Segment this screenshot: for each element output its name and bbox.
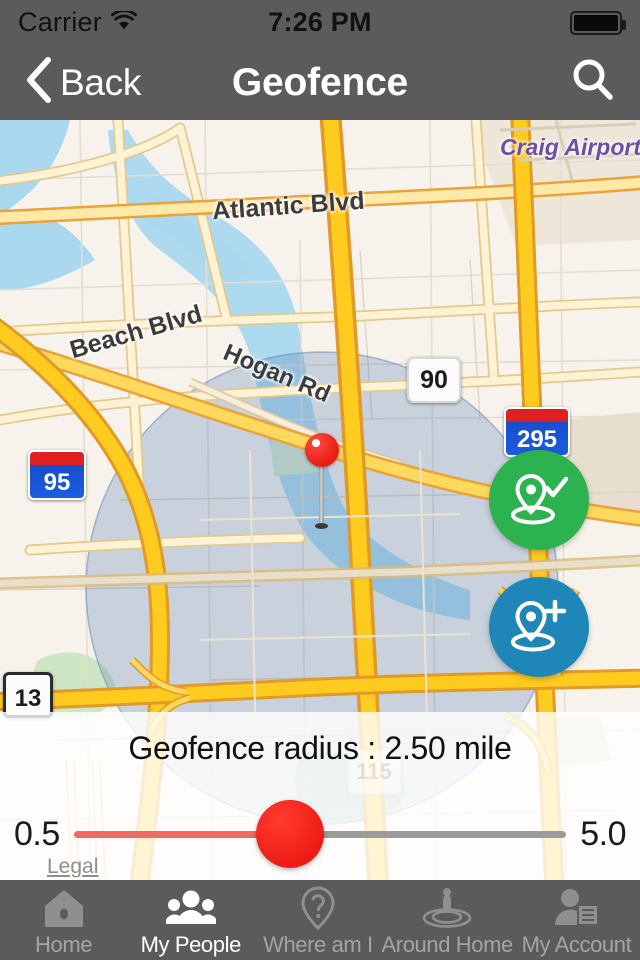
person-card-icon bbox=[552, 886, 600, 930]
navigation-bar: Back Geofence bbox=[0, 45, 640, 120]
search-icon[interactable] bbox=[570, 57, 616, 108]
pin-plus-icon bbox=[509, 597, 569, 658]
slider-track[interactable] bbox=[73, 800, 567, 868]
tab-my-account[interactable]: My Account bbox=[513, 880, 640, 960]
tab-home[interactable]: Home bbox=[0, 880, 127, 960]
highway-shield-i95: 95 bbox=[28, 450, 86, 500]
highway-shield-i295: 295 bbox=[504, 407, 570, 457]
status-bar: Carrier 7:26 PM bbox=[0, 0, 640, 45]
add-geofence-button[interactable] bbox=[489, 577, 589, 677]
tab-label: Home bbox=[35, 932, 93, 957]
battery-full-icon bbox=[570, 10, 626, 35]
tab-label: My People bbox=[140, 932, 242, 957]
back-label: Back bbox=[60, 61, 142, 103]
tab-label: Where am I bbox=[263, 932, 373, 957]
pin-stem bbox=[319, 467, 324, 523]
slider-min-label: 0.5 bbox=[14, 814, 60, 853]
battery-fill bbox=[574, 14, 618, 31]
pin-foot bbox=[315, 523, 328, 529]
tab-my-people[interactable]: My People bbox=[127, 880, 254, 960]
map-place-label: Craig Airport bbox=[500, 134, 640, 160]
slider-thumb[interactable] bbox=[256, 800, 325, 868]
highway-shield-us90: 90 bbox=[407, 357, 461, 403]
tab-bar: Home My People Where am I Around Home My… bbox=[0, 880, 640, 960]
chevron-left-icon bbox=[24, 57, 52, 108]
pin-check-icon bbox=[509, 470, 569, 531]
carrier-group: Carrier bbox=[18, 7, 138, 38]
pin-question-icon bbox=[298, 886, 338, 930]
geofence-radius-label: Geofence radius : 2.50 mile bbox=[128, 730, 512, 766]
carrier-label: Carrier bbox=[18, 7, 102, 37]
tab-label: Around Home bbox=[381, 932, 514, 957]
confirm-geofence-button[interactable] bbox=[489, 450, 589, 550]
map-pin-icon[interactable] bbox=[305, 433, 339, 529]
tab-where-am-i[interactable]: Where am I bbox=[254, 880, 381, 960]
people-group-icon bbox=[165, 886, 216, 930]
tab-around-home[interactable]: Around Home bbox=[382, 880, 513, 960]
map-legal-link[interactable]: Legal bbox=[47, 855, 98, 879]
person-radar-icon bbox=[420, 886, 474, 930]
slider-track-remaining bbox=[290, 830, 567, 838]
home-icon bbox=[42, 886, 86, 930]
back-button[interactable]: Back bbox=[24, 57, 141, 108]
tab-label: My Account bbox=[521, 932, 632, 957]
pin-head bbox=[305, 433, 339, 467]
wifi-icon bbox=[110, 7, 138, 38]
slider-max-label: 5.0 bbox=[580, 814, 626, 853]
